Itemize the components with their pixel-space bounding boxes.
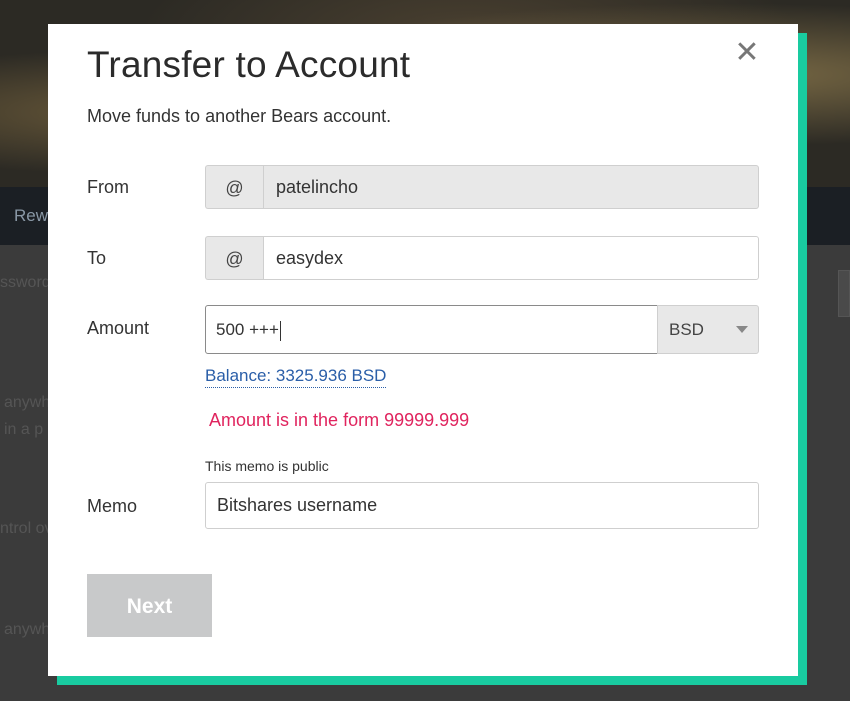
to-label: To [87, 248, 107, 268]
chevron-down-icon [736, 326, 748, 333]
background-text: anywh [4, 621, 51, 638]
text-caret [279, 320, 281, 341]
background-text: ntrol ov [0, 520, 53, 537]
from-account-field: patelincho [263, 165, 759, 209]
asset-select-value: BSD [669, 320, 704, 339]
amount-input[interactable]: 500 +++ [205, 305, 658, 354]
close-icon[interactable]: ✕ [734, 38, 760, 68]
to-at-addon: @ [205, 236, 263, 280]
background-text: ssword [0, 274, 51, 291]
modal-subtitle: Move funds to another Bears account. [87, 106, 392, 126]
balance-link[interactable]: Balance: 3325.936 BSD [205, 366, 387, 388]
background-text: anywh [4, 394, 51, 411]
from-label: From [87, 177, 129, 197]
background-scrollbar [838, 270, 850, 317]
asset-select[interactable]: BSD [657, 305, 759, 354]
memo-public-note: This memo is public [205, 458, 329, 474]
amount-error-message: Amount is in the form 99999.999 [209, 410, 470, 430]
to-account-input[interactable]: easydex [263, 236, 759, 280]
background-nav-item: Rew [14, 206, 49, 225]
background-text: in a p [4, 421, 44, 438]
memo-label: Memo [87, 496, 138, 516]
modal-title: Transfer to Account [87, 44, 411, 85]
amount-value: 500 +++ [216, 320, 279, 339]
amount-label: Amount [87, 318, 150, 338]
next-button[interactable]: Next [87, 574, 212, 637]
from-at-addon: @ [205, 165, 263, 209]
memo-input[interactable]: Bitshares username [205, 482, 759, 529]
